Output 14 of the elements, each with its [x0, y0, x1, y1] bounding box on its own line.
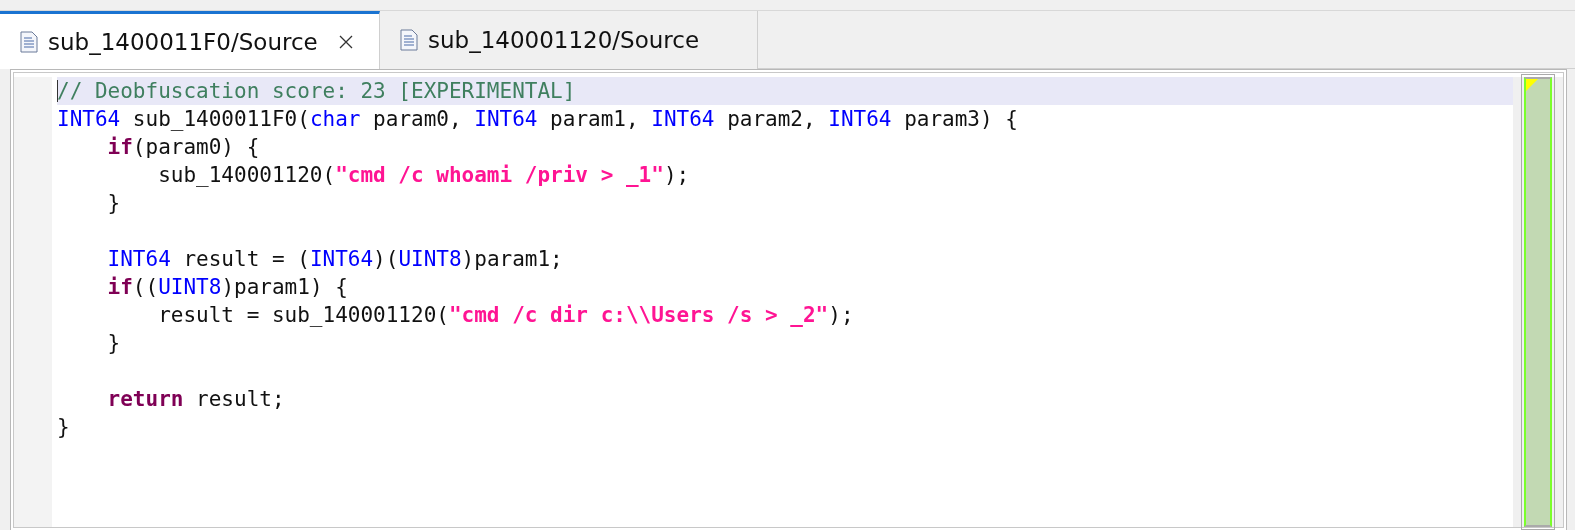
code-line: sub_140001120("cmd /c whoami /priv > _1"); [157, 162, 691, 189]
editor-tab[interactable]: sub_1400011F0/Source [0, 11, 380, 69]
code-line: result = sub_140001120("cmd /c dir c:\\Users /s > _2"); [157, 302, 855, 329]
code-line: return result; [106, 386, 286, 413]
close-icon[interactable] [337, 33, 354, 50]
code-line: } [106, 190, 122, 217]
document-icon [20, 30, 38, 53]
code-line: if(param0) { [106, 134, 261, 161]
code-line: } [57, 414, 71, 441]
code-line: } [106, 330, 122, 357]
code-line: INT64 result = (INT64)(UINT8)param1; [106, 246, 564, 273]
code-line: INT64 sub_1400011F0(char param0, INT64 param1, INT64 param2, INT64 param3) { [57, 106, 1019, 133]
code-line: if((UINT8)param1) { [106, 274, 349, 301]
document-icon [400, 29, 418, 51]
